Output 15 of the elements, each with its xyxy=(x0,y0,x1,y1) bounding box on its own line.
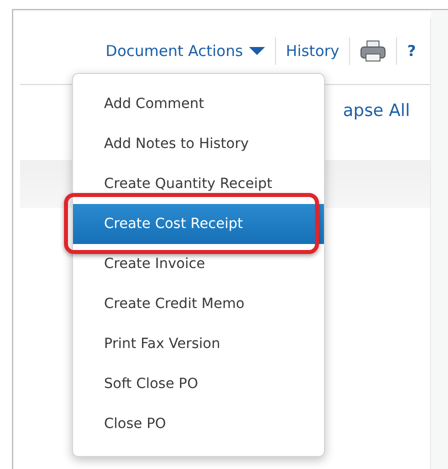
menu-item[interactable]: Add Notes to History xyxy=(73,124,324,164)
menu-item[interactable]: Close PO xyxy=(73,404,324,444)
caret-icon xyxy=(248,46,265,56)
help-link[interactable]: ? xyxy=(407,42,416,60)
menu-item[interactable]: Print Fax Version xyxy=(73,324,324,364)
menu-item[interactable]: Soft Close PO xyxy=(73,364,324,404)
menu-item[interactable]: Create Credit Memo xyxy=(73,284,324,324)
document-actions-menu[interactable]: Document Actions xyxy=(106,42,265,60)
menu-item[interactable]: Create Invoice xyxy=(73,244,324,284)
menu-item[interactable]: Create Cost Receipt xyxy=(73,204,324,244)
collapse-all-link[interactable]: apse All xyxy=(342,101,410,121)
printer-icon[interactable] xyxy=(360,40,386,62)
menu-item[interactable]: Add Comment xyxy=(73,84,324,124)
history-link[interactable]: History xyxy=(286,42,340,60)
menu-item[interactable]: Create Quantity Receipt xyxy=(73,164,324,204)
